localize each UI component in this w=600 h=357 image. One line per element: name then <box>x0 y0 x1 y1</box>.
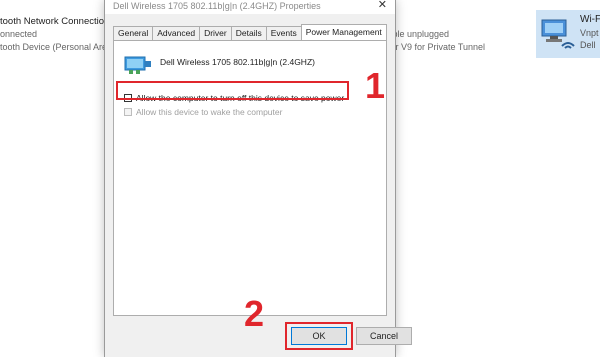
bg-connection-title: tooth Network Connection <box>0 16 110 27</box>
tab-general[interactable]: General <box>113 26 154 40</box>
tab-driver[interactable]: Driver <box>199 26 232 40</box>
step-number-1: 1 <box>365 65 386 106</box>
bg-connection-status: Vnpt <box>580 28 599 38</box>
allow-wake-checkbox: Allow this device to wake the computer <box>124 107 282 117</box>
tab-details[interactable]: Details <box>230 26 267 40</box>
tab-power-management[interactable]: Power Management <box>300 24 387 40</box>
highlight-box-step1 <box>116 81 349 100</box>
dialog-title: Dell Wireless 1705 802.11b|g|n (2.4GHZ) … <box>113 1 321 11</box>
network-adapter-icon <box>124 53 154 81</box>
tab-events[interactable]: Events <box>265 26 302 40</box>
tab-bar: General Advanced Driver Details Events P… <box>113 24 387 40</box>
bg-connection-wifi[interactable]: Wi-Fi Vnpt Dell <box>536 10 600 58</box>
bg-connection-status: onnected <box>0 29 38 39</box>
dialog-titlebar[interactable]: Dell Wireless 1705 802.11b|g|n (2.4GHZ) … <box>105 0 395 14</box>
checkbox-label: Allow this device to wake the computer <box>136 107 283 117</box>
device-name: Dell Wireless 1705 802.11b|g|n (2.4GHZ) <box>160 57 315 67</box>
cancel-button[interactable]: Cancel <box>356 327 412 345</box>
highlight-box-step2 <box>285 322 353 350</box>
bg-connection-title: Wi-Fi <box>580 14 600 25</box>
wifi-adapter-icon <box>540 16 576 54</box>
bg-connection-device: Dell <box>580 40 596 50</box>
bg-connection-device: pter V9 for Private Tunnel <box>383 42 486 52</box>
close-icon[interactable]: ✕ <box>378 0 387 11</box>
tab-advanced[interactable]: Advanced <box>152 26 201 40</box>
checkbox-box <box>124 108 132 116</box>
step-number-2: 2 <box>244 293 265 334</box>
